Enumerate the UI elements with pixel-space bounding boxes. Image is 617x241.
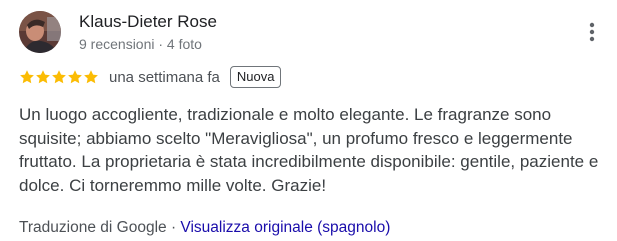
star-rating (19, 69, 99, 85)
star-icon (20, 70, 34, 84)
translation-row: Traduzione di Google · Visualizza origin… (19, 218, 390, 238)
translation-source: Traduzione di Google (19, 219, 167, 236)
view-original-link[interactable]: Visualizza originale (spagnolo) (180, 219, 390, 236)
star-icon (68, 70, 82, 84)
more-vert-icon (589, 22, 595, 42)
star-icon (36, 70, 50, 84)
avatar-photo (19, 11, 61, 53)
rating-row: una settimana fa Nuova (19, 66, 282, 88)
reviewer-meta: 9 recensioni · 4 foto (79, 36, 202, 52)
star-icon (52, 70, 66, 84)
new-badge: Nuova (229, 66, 282, 88)
reviewer-name[interactable]: Klaus-Dieter Rose (79, 11, 217, 33)
avatar[interactable] (19, 11, 61, 53)
star-icon (84, 70, 98, 84)
review-text: Un luogo accogliente, tradizionale e mol… (19, 105, 599, 195)
translation-separator: · (166, 219, 181, 236)
review-time: una settimana fa (109, 68, 220, 86)
more-options-button[interactable] (578, 18, 606, 46)
